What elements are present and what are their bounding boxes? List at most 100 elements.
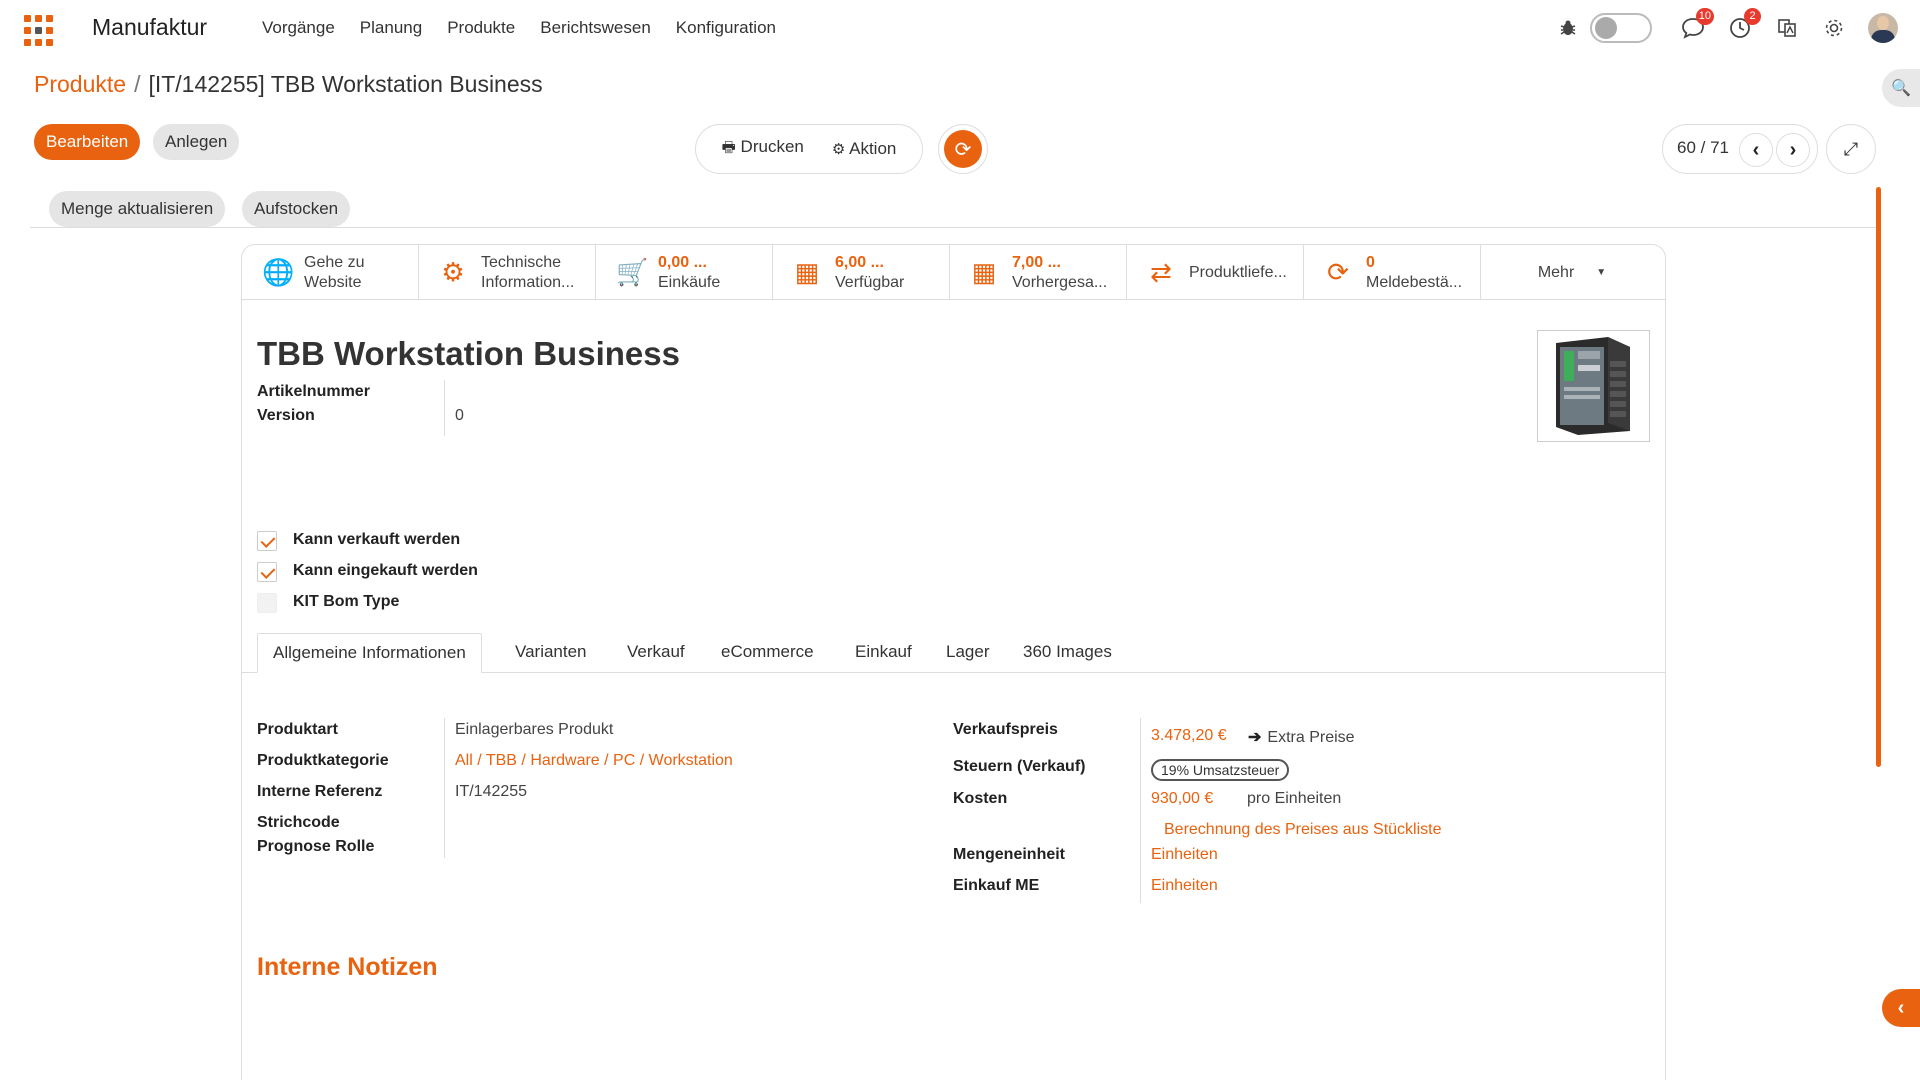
activities-clock-icon[interactable]: 2	[1727, 8, 1761, 41]
uom-label: Mengeneinheit	[953, 846, 1066, 863]
extra-prices-button[interactable]: ➔ Extra Preise	[1248, 727, 1355, 747]
breadcrumb-parent-link[interactable]: Produkte	[34, 71, 126, 97]
smart-button-available[interactable]: ▦ 6,00 ... Verfügbar	[773, 245, 950, 300]
tab-purchase[interactable]: Einkauf	[840, 633, 927, 673]
tab-360-images[interactable]: 360 Images	[1008, 633, 1127, 673]
debug-mode-toggle[interactable]	[1590, 13, 1652, 43]
internal-reference-value[interactable]: IT/142255	[455, 783, 527, 801]
smart-button-value: 0,00 ...	[658, 253, 707, 271]
tax-tag[interactable]: 19% Umsatzsteuer	[1151, 759, 1290, 781]
action-button[interactable]: ⚙ Aktion	[832, 139, 897, 159]
product-image[interactable]	[1537, 330, 1650, 442]
tab-general-information[interactable]: Allgemeine Informationen	[257, 633, 482, 673]
messages-icon[interactable]: 10	[1680, 8, 1714, 41]
user-avatar[interactable]	[1868, 13, 1898, 43]
smart-button-product-moves[interactable]: ⇄ Produktliefe...	[1127, 245, 1304, 300]
can-be-sold-checkbox[interactable]	[257, 531, 277, 551]
category-separator: /	[639, 752, 645, 769]
print-icon: 🖶	[721, 138, 736, 156]
kit-bom-type-checkbox[interactable]	[257, 593, 277, 613]
purchase-uom-label: Einkauf ME	[953, 877, 1040, 894]
tab-ecommerce[interactable]: eCommerce	[706, 633, 829, 673]
pager-previous-button[interactable]: ‹	[1739, 133, 1773, 167]
edit-button[interactable]: Bearbeiten	[34, 124, 141, 160]
app-brand[interactable]: Manufaktur	[92, 14, 207, 41]
purchase-uom-value[interactable]: Einheiten	[1151, 877, 1218, 895]
smart-button-reorder-rules[interactable]: ⟳ 0 Meldebestä...	[1304, 245, 1481, 300]
smart-button-label: Website	[304, 273, 362, 291]
uom-value[interactable]: Einheiten	[1151, 846, 1218, 864]
extra-prices-label: Extra Preise	[1267, 729, 1355, 746]
product-category-value[interactable]: All / TBB / Hardware / PC / Workstation	[455, 752, 733, 770]
fullscreen-expand-icon[interactable]: ⤢	[1826, 124, 1876, 174]
kit-bom-type-label: KIT Bom Type	[293, 593, 400, 610]
smart-button-technical-info[interactable]: ⚙ Technische Information...	[419, 245, 596, 300]
replenish-button[interactable]: Aufstocken	[242, 191, 351, 227]
smart-button-value: 0	[1366, 253, 1375, 271]
apps-menu-icon[interactable]	[24, 15, 56, 47]
breadcrumb-current: [IT/142255] TBB Workstation Business	[148, 71, 543, 97]
smart-button-more[interactable]: Mehr ▼	[1481, 245, 1663, 300]
print-button[interactable]: 🖶 Drucken	[722, 137, 804, 162]
top-navbar: Manufaktur Vorgänge Planung Produkte Ber…	[0, 0, 1920, 56]
language-icon[interactable]	[1774, 15, 1800, 41]
category-link[interactable]: Hardware	[530, 752, 599, 769]
cubes-icon: ▦	[971, 257, 997, 287]
smart-button-label: Meldebestä...	[1366, 273, 1463, 291]
category-link[interactable]: TBB	[486, 752, 517, 769]
settings-gear-icon[interactable]	[1821, 15, 1847, 41]
product-name[interactable]: TBB Workstation Business	[257, 335, 680, 373]
menu-item-konfiguration[interactable]: Konfiguration	[676, 18, 776, 38]
form-sheet: 🌐 Gehe zu Website ⚙ Technische Information…	[241, 244, 1666, 1080]
smart-button-purchases[interactable]: 🛒 0,00 ... Einkäufe	[596, 245, 773, 300]
product-type-label: Produktart	[257, 721, 338, 738]
notebook-tabs: Allgemeine Informationen Varianten Verka…	[242, 633, 1665, 673]
menu-item-vorgaenge[interactable]: Vorgänge	[262, 18, 335, 38]
action-menu-group: 🖶 Drucken ⚙ Aktion	[695, 124, 923, 174]
menu-item-planung[interactable]: Planung	[360, 18, 422, 38]
arrow-right-icon: ➔	[1248, 729, 1262, 746]
smart-button-forecast[interactable]: ▦ 7,00 ... Vorhergesa...	[950, 245, 1127, 300]
sales-price-label: Verkaufspreis	[953, 721, 1058, 738]
product-type-value[interactable]: Einlagerbares Produkt	[455, 721, 613, 739]
category-link[interactable]: PC	[613, 752, 635, 769]
refresh-button[interactable]: ⟳	[938, 124, 988, 174]
category-link[interactable]: All	[455, 752, 473, 769]
menu-item-produkte[interactable]: Produkte	[447, 18, 515, 38]
smart-button-label: Technische	[481, 253, 562, 271]
control-panel-divider	[30, 227, 1878, 228]
category-link[interactable]: Workstation	[649, 752, 733, 769]
can-be-purchased-label: Kann eingekauft werden	[293, 562, 478, 579]
menu-item-berichtswesen[interactable]: Berichtswesen	[540, 18, 651, 38]
chatter-toggle-chevron-left-icon[interactable]: ‹	[1882, 989, 1920, 1027]
smart-button-value: 6,00 ...	[835, 253, 884, 271]
cost-value[interactable]: 930,00 €	[1151, 790, 1213, 808]
smart-button-label: Vorhergesa...	[1012, 273, 1108, 291]
scrollbar[interactable]	[1876, 187, 1881, 767]
pager-next-button[interactable]: ›	[1776, 133, 1810, 167]
tab-variants[interactable]: Varianten	[500, 633, 602, 673]
create-button[interactable]: Anlegen	[153, 124, 240, 160]
globe-icon: 🌐	[262, 257, 295, 287]
debug-bug-icon[interactable]	[1555, 15, 1581, 41]
breadcrumb: Produkte / [IT/142255] TBB Workstation Bus…	[34, 71, 543, 98]
pager: 60 / 71 ‹ ›	[1662, 124, 1818, 174]
gear-icon: ⚙	[831, 141, 846, 158]
update-quantity-button[interactable]: Menge aktualisieren	[49, 191, 226, 227]
search-panel-toggle-icon[interactable]: 🔍	[1882, 69, 1920, 107]
caret-down-icon: ▼	[1596, 267, 1607, 278]
smart-button-website[interactable]: 🌐 Gehe zu Website	[242, 245, 419, 300]
compute-price-from-bom-button[interactable]: Berechnung des Preises aus Stückliste	[1164, 821, 1441, 839]
cubes-icon: ▦	[794, 257, 820, 287]
smart-button-label: Information...	[481, 273, 575, 291]
tab-sales[interactable]: Verkauf	[612, 633, 700, 673]
messages-badge: 10	[1695, 8, 1714, 25]
sales-price-value[interactable]: 3.478,20 €	[1151, 727, 1227, 745]
main-menu: Vorgänge Planung Produkte Berichtswesen …	[262, 18, 776, 38]
tab-inventory[interactable]: Lager	[931, 633, 1004, 673]
version-value[interactable]: 0	[455, 407, 464, 425]
can-be-purchased-checkbox[interactable]	[257, 562, 277, 582]
action-label: Aktion	[849, 139, 897, 158]
cart-icon: 🛒	[616, 257, 649, 287]
pager-value[interactable]: 60 / 71	[1677, 138, 1729, 158]
